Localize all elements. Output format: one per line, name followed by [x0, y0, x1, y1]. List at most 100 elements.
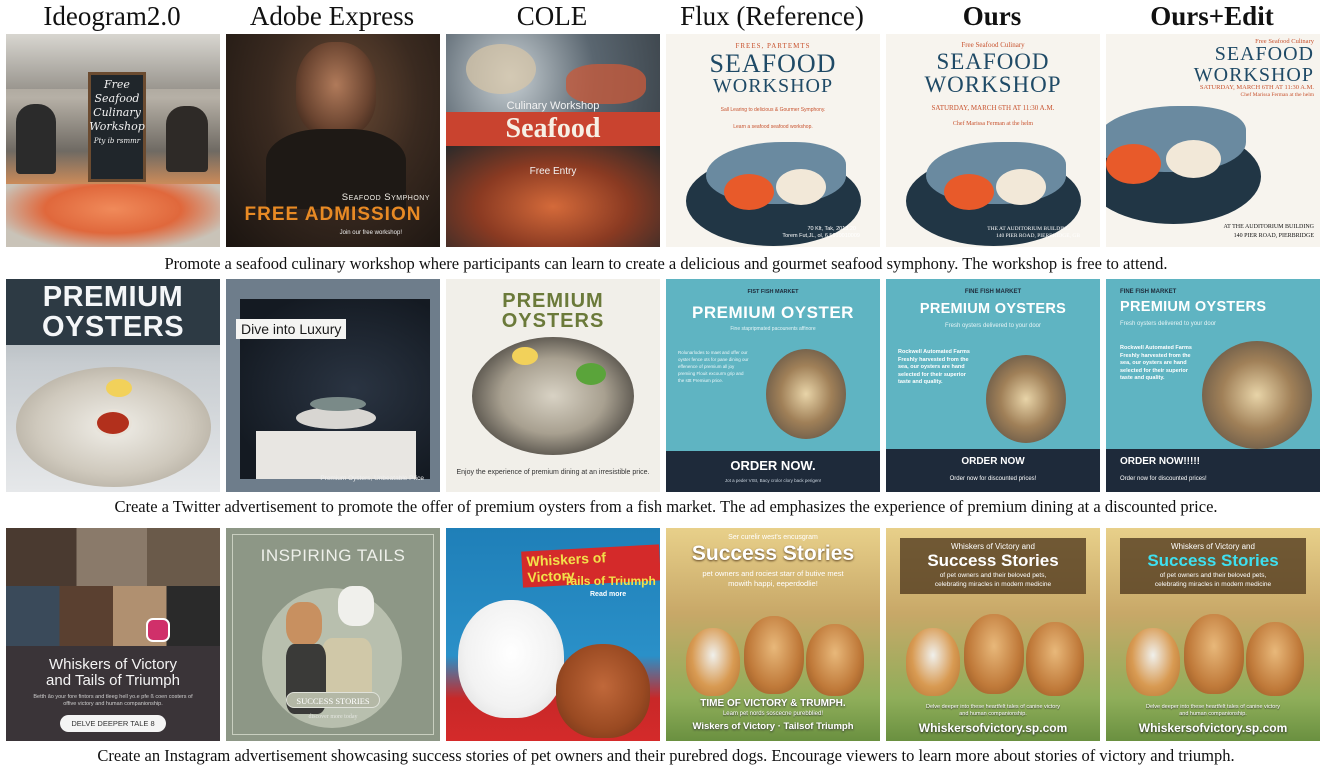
ours-dog-url[interactable]: Whiskersofvictory.sp.com	[886, 721, 1100, 735]
edit-oyster-top: FINE FISH MARKET	[1120, 289, 1177, 295]
adobe-oyster-footer: Premium Oysters, Unbeatable Price	[320, 475, 424, 482]
ours-oyster-top: FINE FISH MARKET	[964, 289, 1022, 295]
edit-date: Saturday, March 6th At 11:30 a.m.	[1199, 84, 1314, 91]
chalkboard-line-3: Culinary	[93, 106, 141, 119]
edit-oyster-foot: Order now for discounted prices!	[1120, 476, 1207, 482]
ours-dog-sub-1: of pet owners and their beloved pets,	[939, 572, 1047, 579]
flux-dog-bottom-2: Leam pet nords soscecne purebblied!	[722, 711, 824, 717]
edit-dog-body: Delve deeper into these heartfelt tales …	[1146, 704, 1280, 717]
flux-oyster-body: Rolunarlodes to maet and offer our oyste…	[678, 350, 749, 383]
caption-row-1: Promote a seafood culinary workshop wher…	[164, 254, 1168, 273]
ours-title-1: SEAFOOD	[936, 49, 1050, 74]
ours-date: Saturday, March 6th At 11:30 a.m.	[931, 104, 1055, 112]
flux-title-2: WORKSHOP	[712, 75, 834, 97]
chalkboard-line-5: Pty ib rsmmr	[93, 137, 141, 145]
ours-oyster-title: PREMIUM OYSTERS	[919, 301, 1067, 317]
flux-dog-bottom-3: Wiskers of Victory · Tailsof Triumph	[692, 721, 854, 732]
ideogram-dog-title-2: and Tails of Triumph	[46, 672, 180, 689]
adobe-dog-sub: discover more today	[308, 714, 358, 720]
chalkboard-line-1: Free	[104, 78, 130, 91]
row3-cole-image: Whiskers of Victory Tails of Triumph Rea…	[446, 528, 660, 741]
edit-dog-top: Whiskers of Victory and	[1171, 542, 1255, 551]
edit-oyster-title: PREMIUM OYSTERS	[1120, 299, 1267, 315]
chalkboard-line-2: Seafood	[94, 92, 140, 105]
edit-oyster-cta[interactable]: ORDER NOW!!!!!	[1120, 456, 1200, 467]
flux-line-1: Sall Learing to delicious & Gourmer Symp…	[720, 107, 826, 113]
cole-top: Culinary Workshop	[506, 100, 600, 112]
edit-oyster-sub: Fresh oysters delivered to your door	[1120, 321, 1217, 327]
edit-dog-sub-1: of pet owners and their beloved pets,	[1159, 572, 1267, 579]
edit-dog-sub-2: celebrating miracles in modern medicine	[1154, 581, 1272, 588]
column-header-adobe-express: Adobe Express	[249, 1, 415, 31]
cole-dog-more[interactable]: Read more	[590, 591, 626, 598]
ours-addr-1: The at Auditorium Building	[987, 226, 1070, 232]
ours-chef: Chef Marissa Ferman at the helm	[952, 121, 1034, 127]
row3-flux-image: Ser curelir west's encusgram Success Sto…	[666, 528, 880, 741]
column-header-ours: Ours	[962, 1, 1022, 31]
edit-dog-url[interactable]: Whiskersofvictory.sp.com	[1106, 721, 1320, 735]
row1-ideogram-image: Free Seafood Culinary Workshop Pty ib rs…	[6, 34, 220, 247]
ours-oyster-body: Rockwell Automated Farms Freshly harvest…	[898, 349, 970, 385]
flux-dog-top: Ser curelir west's encusgram	[728, 534, 818, 541]
ideogram-dog-body: Betth ão your fore fintors and tleeg hel…	[33, 694, 193, 707]
flux-line-2: Learn a seafood seafood workshop.	[733, 124, 813, 130]
cole-oyster-line-2: OYSTERS	[501, 310, 605, 332]
row1-ours-edit-image: Free Seafood Culinary SEAFOOD WORKSHOP S…	[1106, 34, 1320, 247]
adobe-dog-badge: SUCCESS STORIES	[286, 692, 380, 708]
edit-title-2: WORKSHOP	[1193, 64, 1314, 86]
flux-oyster-sub: Fine stapripmated pacounents affinore	[730, 326, 816, 332]
row1-adobe-image: Seafood Symphony FREE ADMISSION Join our…	[226, 34, 440, 247]
flux-dog-bottom-1: TIME OF VICTORY & TRUMPH.	[700, 698, 846, 709]
edit-addr-1: At the Auditorium Building	[1223, 224, 1315, 230]
adobe-oyster-title: Dive into Luxury	[236, 319, 347, 339]
ours-oyster-sub: Fresh oysters delivered to your door	[944, 323, 1042, 329]
edit-title-1: SEAFOOD	[1214, 43, 1314, 65]
edit-addr-2: 140 Pier Road, Pierbridge	[1233, 233, 1314, 239]
ours-dog-title: Success Stories	[927, 551, 1059, 570]
column-header-ideogram: Ideogram2.0	[43, 1, 181, 31]
row3-ours-image: Whiskers of Victory and Success Stories …	[886, 528, 1100, 741]
row2-flux-image: FIST FISH MARKET PREMIUM OYSTER Fine sta…	[666, 279, 880, 492]
flux-oyster-title: PREMIUM OYSTER	[692, 303, 854, 322]
flux-dog-title: Success Stories	[691, 542, 855, 565]
cole-title: Seafood	[505, 113, 601, 144]
row2-cole-image: PREMIUM OYSTERS Enjoy the experience of …	[446, 279, 660, 492]
ours-top: Free Seafood Culinary	[961, 41, 1025, 49]
row3-ideogram-image: Whiskers of Victory and Tails of Triumph…	[6, 528, 220, 741]
flux-oyster-top: FIST FISH MARKET	[747, 289, 799, 295]
flux-addr-1: 70 Klt, Tak, 2013.20	[807, 226, 856, 232]
column-header-ours-edit: Ours+Edit	[1150, 1, 1274, 31]
adobe-subtitle: Seafood Symphony	[341, 192, 430, 203]
edit-chef: Chef Marissa Ferman at the helm	[1240, 92, 1314, 98]
ours-dog-sub-2: celebrating miracles in modern medicine	[934, 581, 1052, 588]
ours-dog-body: Delve deeper into these heartfelt tales …	[926, 704, 1060, 717]
ours-addr-2: 140 Pier Road, Pierbridge, GB	[995, 233, 1080, 239]
row2-ideogram-image: PREMIUM OYSTERS	[6, 279, 220, 492]
edit-oyster-body: Rockwell Automated Farms Freshly harvest…	[1120, 345, 1192, 381]
column-header-cole: COLE	[516, 1, 588, 31]
row1-flux-image: FREES, PARTEMTS SEAFOOD WORKSHOP Sall Le…	[666, 34, 880, 247]
adobe-dog-title: INSPIRING TAILS	[260, 546, 406, 565]
cole-dog-sub: Tails of Triumph	[564, 574, 656, 588]
ours-oyster-cta[interactable]: ORDER NOW	[886, 456, 1100, 467]
ideogram-dog-button[interactable]: DELVE DEEPER TALE 8	[60, 715, 166, 732]
ours-title-2: WORKSHOP	[924, 72, 1062, 97]
caption-row-2: Create a Twitter advertisement to promot…	[114, 497, 1218, 516]
flux-oyster-cta[interactable]: ORDER NOW.	[666, 458, 880, 473]
cole-sub: Free Entry	[529, 166, 577, 177]
ideogram-dog-title-1: Whiskers of Victory	[48, 656, 178, 673]
ours-oyster-foot: Order now for discounted prices!	[949, 476, 1037, 482]
row1-ours-image: Free Seafood Culinary SEAFOOD WORKSHOP S…	[886, 34, 1100, 247]
adobe-footer: Join our free workshop!	[339, 230, 402, 236]
chalkboard-line-4: Workshop	[89, 120, 145, 133]
caption-row-3: Create an Instagram advertisement showca…	[97, 746, 1235, 765]
row3-adobe-image: INSPIRING TAILS SUCCESS STORIES discover…	[226, 528, 440, 741]
row2-ours-image: FINE FISH MARKET PREMIUM OYSTERS Fresh o…	[886, 279, 1100, 492]
cole-oyster-footer: Enjoy the experience of premium dining a…	[456, 469, 650, 476]
edit-dog-title: Success Stories	[1147, 551, 1279, 570]
row2-adobe-image: Dive into Luxury Premium Oysters, Unbeat…	[226, 279, 440, 492]
flux-title-1: SEAFOOD	[709, 49, 837, 78]
row2-ours-edit-image: FINE FISH MARKET PREMIUM OYSTERS Fresh o…	[1106, 279, 1320, 492]
flux-dog-sub: pet owners and rociest starr of butive m…	[702, 569, 844, 588]
ideogram-oyster-line-1: PREMIUM	[42, 281, 184, 313]
